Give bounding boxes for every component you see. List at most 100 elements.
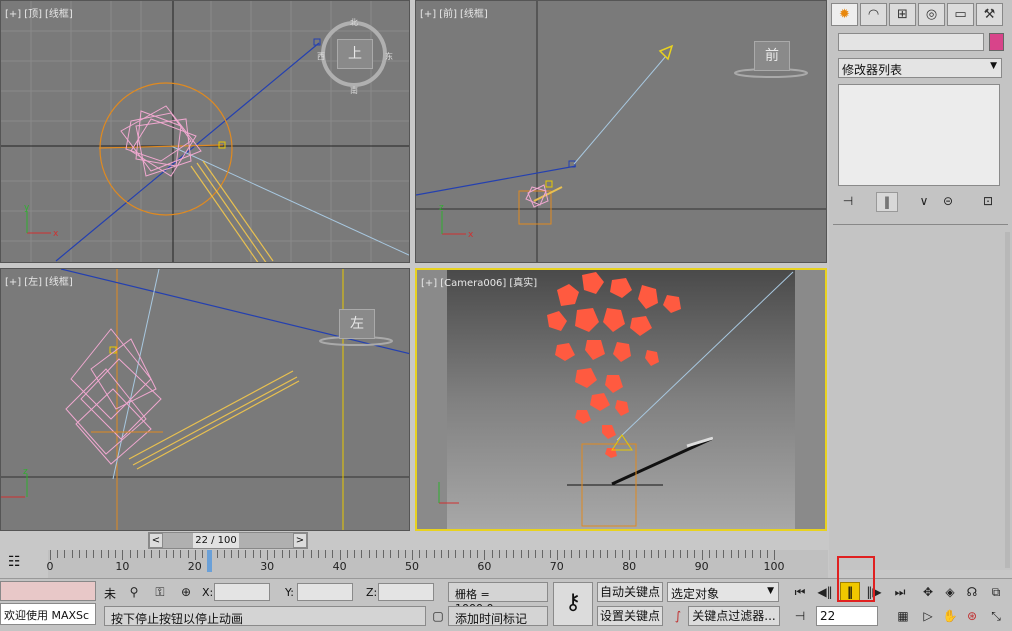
- utilities-icon[interactable]: ⚒: [976, 3, 1003, 26]
- viewport-shading[interactable]: [真实]: [509, 278, 537, 289]
- viewport-name[interactable]: [Camera006]: [440, 278, 506, 289]
- viewport-name[interactable]: [左]: [24, 277, 42, 288]
- hierarchy-icon[interactable]: ⊞: [889, 3, 916, 26]
- viewcube-face[interactable]: 上: [337, 39, 373, 69]
- track-bar[interactable]: ☷ 0 10 20 30 40 50 60 70 80 90 100: [0, 550, 828, 578]
- y-coordinate-field[interactable]: [297, 583, 353, 601]
- timeline-ruler[interactable]: 0 10 20 30 40 50 60 70 80 90 100: [47, 550, 828, 578]
- display-icon[interactable]: ▭: [947, 3, 974, 26]
- bottom-bar: 欢迎使用 MAXSc 未 ⚲ ⚿ ⊕ X: Y: Z: 栅格 = 1000.0m…: [0, 556, 1012, 631]
- field-of-view-icon[interactable]: ▷: [918, 607, 938, 625]
- timeline-tick: [325, 550, 327, 558]
- panel-scrollbar[interactable]: [1005, 232, 1010, 568]
- remove-modifier-icon[interactable]: ⊝: [938, 192, 958, 210]
- x-label: X:: [202, 586, 214, 599]
- viewport-name[interactable]: [顶]: [24, 9, 42, 20]
- go-to-start-icon[interactable]: ⏮: [790, 583, 810, 601]
- previous-frame-icon[interactable]: ◀‖: [815, 583, 835, 601]
- viewport-menu[interactable]: [+]: [5, 9, 21, 20]
- make-unique-icon[interactable]: ∨: [914, 192, 934, 210]
- time-config-icon[interactable]: ▦: [893, 607, 913, 625]
- timeline-tick: [274, 550, 276, 558]
- go-to-end-icon[interactable]: ⏭: [890, 583, 910, 601]
- maximize-toggle-icon[interactable]: ⧉: [986, 583, 1006, 601]
- orbit-icon[interactable]: ☊: [962, 583, 982, 601]
- set-key-mode-icon[interactable]: ⚷: [553, 582, 593, 626]
- timeline-tick: [346, 550, 348, 558]
- current-frame-field[interactable]: 22: [816, 606, 878, 626]
- add-time-tag-button[interactable]: 添加时间标记: [448, 606, 548, 626]
- viewcube-left[interactable]: 左: [339, 309, 375, 339]
- arc-rotate-icon[interactable]: ⊛: [962, 607, 982, 625]
- zoom-all-icon[interactable]: ◈: [940, 583, 960, 601]
- time-slider-thumb[interactable]: 22 / 100: [193, 533, 239, 548]
- timeline-tick: [658, 550, 660, 558]
- viewport-shading[interactable]: [线框]: [460, 9, 488, 20]
- viewport-front[interactable]: x z [+] [前] [线框] 前: [415, 0, 827, 263]
- timeline-tick: [180, 550, 182, 558]
- lock-icon[interactable]: ⚲: [124, 583, 144, 601]
- show-end-result-icon[interactable]: ‖: [876, 192, 898, 212]
- create-icon[interactable]: ✹: [831, 3, 858, 26]
- track-bar-menu-icon[interactable]: ☷: [8, 554, 28, 570]
- modify-icon[interactable]: ◠: [860, 3, 887, 26]
- time-slider-next-button[interactable]: >: [293, 533, 307, 548]
- timeline-tick: [614, 550, 616, 558]
- pan-icon[interactable]: ✋: [940, 607, 960, 625]
- viewport-shading[interactable]: [线框]: [45, 9, 73, 20]
- auto-key-button[interactable]: 自动关键点: [597, 582, 663, 602]
- motion-icon[interactable]: ◎: [918, 3, 945, 26]
- min-max-icon[interactable]: ⤡: [986, 607, 1006, 625]
- object-name-field[interactable]: [838, 33, 984, 51]
- viewport-shading[interactable]: [线框]: [45, 277, 73, 288]
- viewcube-top[interactable]: 上: [321, 21, 387, 87]
- current-frame-marker[interactable]: [207, 550, 213, 572]
- object-color-swatch[interactable]: [989, 33, 1004, 51]
- padlock-icon[interactable]: ⚿: [150, 583, 170, 601]
- timeline-tick: [231, 550, 232, 558]
- key-filters-curve-icon[interactable]: ∫: [668, 607, 688, 625]
- pin-stack-icon[interactable]: ⊣: [838, 192, 858, 210]
- key-mode-icon[interactable]: ⊣: [790, 607, 810, 625]
- viewport-top[interactable]: x y [+] [顶] [线框] 上 北 南 西 东: [0, 0, 410, 263]
- time-slider-prev-button[interactable]: <: [149, 533, 163, 548]
- modifier-list-dropdown[interactable]: 修改器列表 ▼: [838, 58, 1002, 78]
- viewport-name[interactable]: [前]: [439, 9, 457, 20]
- x-coordinate-field[interactable]: [214, 583, 270, 601]
- configure-sets-icon[interactable]: ⊡: [978, 192, 998, 210]
- timeline-tick: [339, 550, 341, 560]
- time-slider[interactable]: < 22 / 100 >: [148, 532, 308, 549]
- timeline-tick: [223, 550, 225, 558]
- maxscript-listener-pink[interactable]: [0, 581, 96, 601]
- viewport-menu[interactable]: [+]: [421, 278, 437, 289]
- timeline-tick: [50, 550, 51, 560]
- top-viewport-label[interactable]: [+] [顶] [线框]: [5, 5, 76, 20]
- key-filters-button[interactable]: 关键点过滤器...: [688, 606, 780, 626]
- modifier-stack[interactable]: [838, 84, 1000, 186]
- set-key-button[interactable]: 设置关键点: [597, 606, 663, 626]
- timeline-tick: [477, 550, 479, 558]
- viewport-camera[interactable]: [+] [Camera006] [真实]: [415, 268, 827, 531]
- compass-east: 东: [385, 52, 393, 61]
- add-time-tag-icon[interactable]: ▢: [428, 607, 448, 625]
- front-viewport-label[interactable]: [+] [前] [线框]: [420, 5, 491, 20]
- viewport-menu[interactable]: [+]: [5, 277, 21, 288]
- viewport-menu[interactable]: [+]: [420, 9, 436, 20]
- zoom-icon[interactable]: ✥: [918, 583, 938, 601]
- timeline-tick: [774, 550, 775, 560]
- timeline-tick-label: 20: [187, 560, 202, 573]
- timeline-tick: [332, 550, 334, 558]
- selected-object-dropdown[interactable]: 选定对象 ▼: [667, 582, 779, 602]
- timeline-tick: [679, 550, 681, 558]
- timeline-tick: [281, 550, 283, 558]
- left-viewport-label[interactable]: [+] [左] [线框]: [5, 273, 76, 288]
- z-coordinate-field[interactable]: [378, 583, 434, 601]
- maxscript-listener-white[interactable]: 欢迎使用 MAXSc: [0, 603, 96, 625]
- viewport-left[interactable]: z [+] [左] [线框] 左: [0, 268, 410, 531]
- camera-viewport-label[interactable]: [+] [Camera006] [真实]: [421, 274, 540, 289]
- timeline-tick: [136, 550, 138, 558]
- svg-text:x: x: [53, 229, 59, 239]
- absolute-mode-icon[interactable]: ⊕: [176, 583, 196, 601]
- timeline-tick: [173, 550, 175, 558]
- viewcube-front[interactable]: 前: [754, 41, 790, 71]
